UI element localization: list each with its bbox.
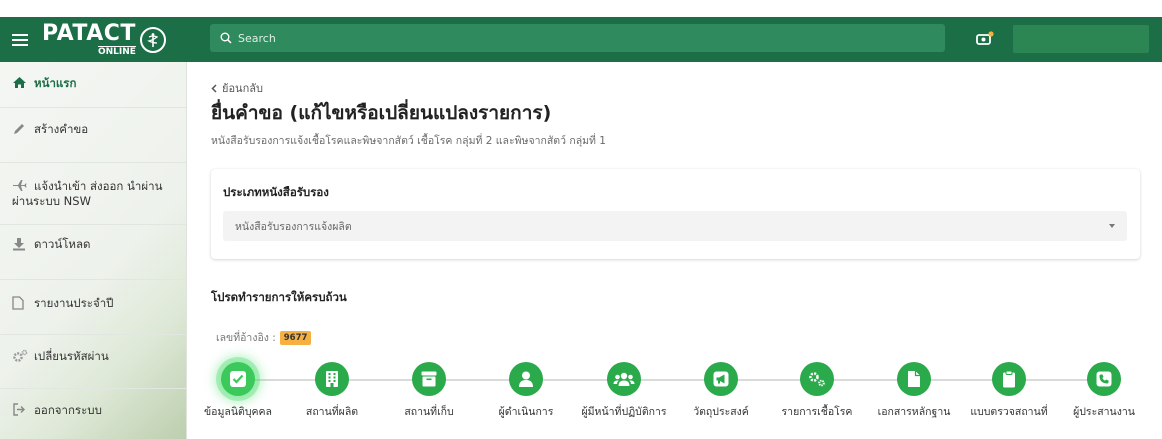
sidebar-item-label: หน้าแรก xyxy=(34,76,77,90)
sidebar: หน้าแรก สร้างคำขอ แจ้งนำเข้า ส่งออก นำผ่… xyxy=(0,62,187,439)
check-square-icon xyxy=(221,362,255,396)
sidebar-item-label: ออกจากระบบ xyxy=(34,403,102,417)
page-title: ยื่นคำขอ (แก้ไขหรือเปลี่ยนแปลงรายการ) xyxy=(211,102,552,124)
reference-label: เลขที่อ้างอิง : xyxy=(216,332,276,344)
card-title: ประเภทหนังสือรับรอง xyxy=(223,185,329,199)
pencil-icon xyxy=(12,122,34,136)
sidebar-item-change-password[interactable]: เปลี่ยนรหัสผ่าน xyxy=(0,335,186,389)
step-juristic-person[interactable]: ข้อมูลนิติบุคคล xyxy=(188,362,288,420)
sidebar-item-home[interactable]: หน้าแรก xyxy=(0,62,186,108)
back-link[interactable]: ย้อนกลับ xyxy=(211,79,263,97)
sidebar-item-download[interactable]: ดาวน์โหลด xyxy=(0,225,186,280)
step-label: ผู้มีหน้าที่ปฏิบัติการ xyxy=(581,406,667,418)
search-bar[interactable] xyxy=(210,24,945,52)
gears-icon xyxy=(12,349,34,363)
step-pathogen-list[interactable]: รายการเชื้อโรค xyxy=(767,362,867,420)
top-whitespace xyxy=(0,0,1162,17)
brand-logo[interactable]: PATACT ONLINE xyxy=(40,17,188,62)
step-label: เอกสารหลักฐาน xyxy=(877,406,951,418)
step-site-inspection-form[interactable]: แบบตรวจสถานที่ xyxy=(959,362,1059,420)
building-icon xyxy=(315,362,349,396)
caduceus-seal-icon xyxy=(139,26,166,53)
sign-out-icon xyxy=(12,403,34,416)
user-notification-icon[interactable] xyxy=(974,29,996,49)
step-label: รายการเชื้อโรค xyxy=(781,406,853,418)
step-purpose[interactable]: วัตถุประสงค์ xyxy=(671,362,771,420)
sidebar-item-logout[interactable]: ออกจากระบบ xyxy=(0,389,186,439)
step-label: แบบตรวจสถานที่ xyxy=(970,406,1048,418)
step-responsible-persons[interactable]: ผู้มีหน้าที่ปฏิบัติการ xyxy=(574,362,674,420)
certificate-type-card: ประเภทหนังสือรับรอง หนังสือรับรองการแจ้ง… xyxy=(211,169,1140,259)
sidebar-item-annual-report[interactable]: รายงานประจำปี xyxy=(0,280,186,335)
hamburger-menu-icon[interactable] xyxy=(0,17,40,62)
brand-subtitle: ONLINE xyxy=(97,45,136,57)
back-label: ย้อนกลับ xyxy=(222,82,263,95)
reference-badge: 9677 xyxy=(279,330,312,345)
document-icon xyxy=(897,362,931,396)
user-account-box[interactable] xyxy=(1013,25,1149,53)
megaphone-icon xyxy=(704,362,738,396)
certificate-type-select[interactable]: หนังสือรับรองการแจ้งผลิต xyxy=(223,211,1127,241)
step-label: ผู้ประสานงาน xyxy=(1073,406,1135,418)
home-icon xyxy=(12,76,34,89)
step-storage-site[interactable]: สถานที่เก็บ xyxy=(379,362,479,420)
reference-number: เลขที่อ้างอิง : 9677 xyxy=(216,329,312,346)
archive-box-icon xyxy=(412,362,446,396)
page-subtitle: หนังสือรับรองการแจ้งเชื้อโรคและพิษจากสัต… xyxy=(211,135,606,147)
main-content: ย้อนกลับ ยื่นคำขอ (แก้ไขหรือเปลี่ยนแปลงร… xyxy=(187,62,1162,439)
sidebar-item-label: สร้างคำขอ xyxy=(34,122,89,136)
sidebar-item-create-request[interactable]: สร้างคำขอ xyxy=(0,108,186,163)
sidebar-item-nsw[interactable]: แจ้งนำเข้า ส่งออก นำผ่าน ผ่านระบบ NSW xyxy=(0,163,186,225)
step-evidence-documents[interactable]: เอกสารหลักฐาน xyxy=(864,362,964,420)
top-navbar: PATACT ONLINE xyxy=(0,17,1162,62)
step-label: วัตถุประสงค์ xyxy=(693,406,749,418)
user-icon xyxy=(509,362,543,396)
step-label: ผู้ดำเนินการ xyxy=(498,406,554,418)
users-icon xyxy=(607,362,641,396)
step-label: สถานที่ผลิต xyxy=(305,406,359,418)
section-title: โปรดทำรายการให้ครบถ้วน xyxy=(211,290,347,304)
select-value: หนังสือรับรองการแจ้งผลิต xyxy=(235,220,352,233)
sidebar-item-label: ดาวน์โหลด xyxy=(34,237,91,251)
cogs-icon xyxy=(800,362,834,396)
file-icon xyxy=(12,296,34,310)
clipboard-icon xyxy=(992,362,1026,396)
download-icon xyxy=(12,237,34,251)
step-coordinator[interactable]: ผู้ประสานงาน xyxy=(1054,362,1154,420)
sidebar-item-label: รายงานประจำปี xyxy=(34,296,114,310)
caret-down-icon xyxy=(1109,224,1115,228)
step-production-site[interactable]: สถานที่ผลิต xyxy=(282,362,382,420)
brand-name: PATACT xyxy=(42,20,136,46)
phone-square-icon xyxy=(1087,362,1121,396)
chevron-left-icon xyxy=(211,83,217,93)
step-label: สถานที่เก็บ xyxy=(404,406,454,418)
sidebar-item-label: เปลี่ยนรหัสผ่าน xyxy=(34,349,109,363)
step-operator[interactable]: ผู้ดำเนินการ xyxy=(476,362,576,420)
search-input[interactable] xyxy=(238,31,918,45)
search-icon xyxy=(220,32,232,44)
step-label: ข้อมูลนิติบุคคล xyxy=(204,406,272,418)
sidebar-item-label: แจ้งนำเข้า ส่งออก นำผ่าน ผ่านระบบ NSW xyxy=(12,179,163,208)
